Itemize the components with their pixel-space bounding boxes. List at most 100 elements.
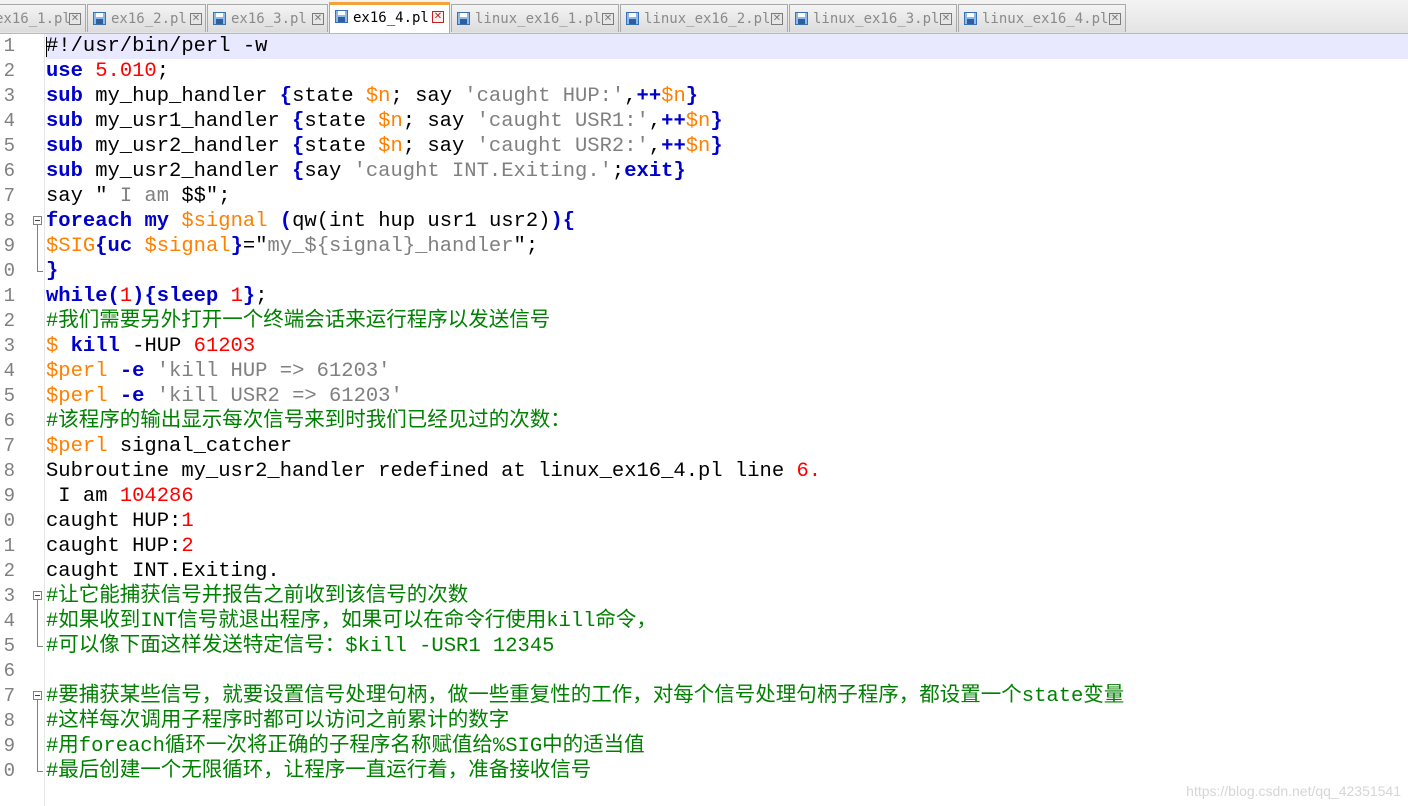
code-token: } <box>230 235 243 258</box>
code-line[interactable]: #!/usr/bin/perl -w <box>46 34 1408 59</box>
close-icon[interactable]: ✕ <box>432 11 444 23</box>
tab-linux-ex16-3[interactable]: linux_ex16_3.pl ✕ <box>789 4 957 32</box>
tab-ex16-1[interactable]: ex16_1.pl ✕ <box>0 4 86 32</box>
line-number: 7 <box>3 435 15 457</box>
code-token: ) <box>550 210 563 233</box>
line-number: 6 <box>3 160 15 182</box>
code-token: #我们需要另外打开一个终端会话来运行程序以发送信号 <box>46 310 551 333</box>
tab-ex16-4[interactable]: ex16_4.pl ✕ <box>329 2 450 33</box>
code-line[interactable]: #用foreach循环一次将正确的子程序名称赋值给%SIG中的适当值 <box>46 734 645 759</box>
code-line[interactable]: #要捕获某些信号，就要设置信号处理句柄，做一些重复性的工作，对每个信号处理句柄子… <box>46 684 1124 709</box>
code-token: ( <box>279 210 293 233</box>
code-line[interactable]: } <box>46 259 58 284</box>
code-token: { <box>292 135 305 158</box>
line-number: 7 <box>3 185 15 207</box>
code-line[interactable]: caught INT.Exiting. <box>46 559 280 584</box>
code-line[interactable]: sub my_usr2_handler {state $n; say 'caug… <box>46 134 723 159</box>
fold-minus-icon[interactable] <box>33 684 44 709</box>
code-token: state <box>304 135 379 158</box>
code-line[interactable]: $SIG{uc $signal}="my_${signal}_handler"; <box>46 234 538 259</box>
code-line[interactable]: #我们需要另外打开一个终端会话来运行程序以发送信号 <box>46 309 550 334</box>
code-line[interactable]: #这样每次调用子程序时都可以访问之前累计的数字 <box>46 709 509 734</box>
tab-linux-ex16-2[interactable]: linux_ex16_2.pl ✕ <box>620 4 788 32</box>
code-token: #让它能捕获信号并报告之前收到该信号的次数 <box>46 585 469 608</box>
tab-ex16-2[interactable]: ex16_2.pl ✕ <box>87 4 206 32</box>
code-line[interactable]: #最后创建一个无限循环，让程序一直运行着，准备接收信号 <box>46 759 591 784</box>
code-line[interactable]: $ kill -HUP 61203 <box>46 334 255 359</box>
code-line[interactable]: caught HUP:1 <box>46 509 194 534</box>
code-token: } <box>710 110 723 133</box>
close-icon[interactable]: ✕ <box>190 13 202 25</box>
code-token: $SIG <box>46 235 96 258</box>
close-icon[interactable]: ✕ <box>771 13 783 25</box>
code-token: #如果收到INT信号就退出程序，如果可以在命令行使用kill命令， <box>46 610 657 633</box>
code-line[interactable]: #可以像下面这样发送特定信号：$kill -USR1 12345 <box>46 634 554 659</box>
tab-linux-ex16-1[interactable]: linux_ex16_1.pl ✕ <box>451 4 619 32</box>
code-line[interactable]: $perl signal_catcher <box>46 434 292 459</box>
code-line[interactable]: #该程序的输出显示每次信号来到时我们已经见过的次数： <box>46 409 571 434</box>
tab-label: ex16_1.pl <box>0 11 71 27</box>
line-number: 4 <box>3 360 15 382</box>
line-number: 1 <box>3 535 15 557</box>
code-line[interactable]: sub my_hup_handler {state $n; say 'caugh… <box>46 84 698 109</box>
code-line[interactable]: caught HUP:2 <box>46 534 194 559</box>
code-line[interactable]: $perl -e 'kill HUP => 61203' <box>46 359 391 384</box>
code-line[interactable]: sub my_usr2_handler {say 'caught INT.Exi… <box>46 159 686 184</box>
tab-linux-ex16-4[interactable]: linux_ex16_4.pl ✕ <box>958 4 1126 32</box>
code-line[interactable]: Subroutine my_usr2_handler redefined at … <box>46 459 821 484</box>
line-number: 5 <box>3 385 15 407</box>
code-line[interactable]: #让它能捕获信号并报告之前收到该信号的次数 <box>46 584 468 609</box>
line-number: 3 <box>3 335 15 357</box>
code-token: #可以像下面这样发送特定信号：$kill -USR1 12345 <box>46 635 555 658</box>
code-token: } <box>710 135 723 158</box>
close-icon[interactable]: ✕ <box>940 13 952 25</box>
code-token: sub <box>46 85 83 108</box>
code-line[interactable]: say " I am $$"; <box>46 184 231 209</box>
close-icon[interactable]: ✕ <box>602 13 614 25</box>
save-file-icon <box>795 12 808 25</box>
line-number: 0 <box>3 760 15 782</box>
code-token: caught HUP: <box>46 510 182 533</box>
code-token: 2 <box>181 535 194 558</box>
close-icon[interactable]: ✕ <box>1109 13 1121 25</box>
code-token: -HUP <box>119 335 194 358</box>
code-line[interactable]: while(1){sleep 1}; <box>46 284 268 309</box>
code-token: "; <box>513 235 539 258</box>
fold-minus-icon[interactable] <box>33 584 44 609</box>
code-token: uc <box>107 235 133 258</box>
code-token: state <box>304 110 379 133</box>
code-line[interactable]: $perl -e 'kill USR2 => 61203' <box>46 384 403 409</box>
line-number: 0 <box>3 260 15 282</box>
save-file-icon <box>213 12 226 25</box>
code-token: { <box>95 235 108 258</box>
code-token: =" <box>242 235 268 258</box>
code-token: } <box>46 260 59 283</box>
code-line[interactable]: foreach my $signal (qw(int hup usr1 usr2… <box>46 209 575 234</box>
code-token: $n <box>685 110 711 133</box>
tab-bar: ex16_1.pl ✕ ex16_2.pl ✕ ex16_3.pl ✕ ex16… <box>0 0 1408 34</box>
code-token: { <box>279 85 293 108</box>
code-line[interactable]: I am 104286 <box>46 484 193 509</box>
code-token: { <box>562 210 576 233</box>
code-token: ; <box>611 160 625 183</box>
close-icon[interactable]: ✕ <box>312 13 324 25</box>
code-editor[interactable]: 123456789012345678901234567890 #!/usr/bi… <box>0 34 1408 806</box>
code-line[interactable]: sub my_usr1_handler {state $n; say 'caug… <box>46 109 723 134</box>
close-icon[interactable]: ✕ <box>69 13 81 25</box>
code-token: 5.010 <box>95 60 157 83</box>
tab-ex16-3[interactable]: ex16_3.pl ✕ <box>207 4 328 32</box>
code-token: sleep <box>156 285 219 308</box>
code-token: 1 <box>181 510 194 533</box>
code-token: ( <box>107 285 120 308</box>
code-line[interactable]: #如果收到INT信号就退出程序，如果可以在命令行使用kill命令， <box>46 609 657 634</box>
line-number: 2 <box>3 560 15 582</box>
fold-minus-icon[interactable] <box>33 209 44 234</box>
code-line[interactable]: use 5.010; <box>46 59 169 84</box>
code-token: ; <box>156 60 170 83</box>
code-token: , <box>648 135 662 158</box>
